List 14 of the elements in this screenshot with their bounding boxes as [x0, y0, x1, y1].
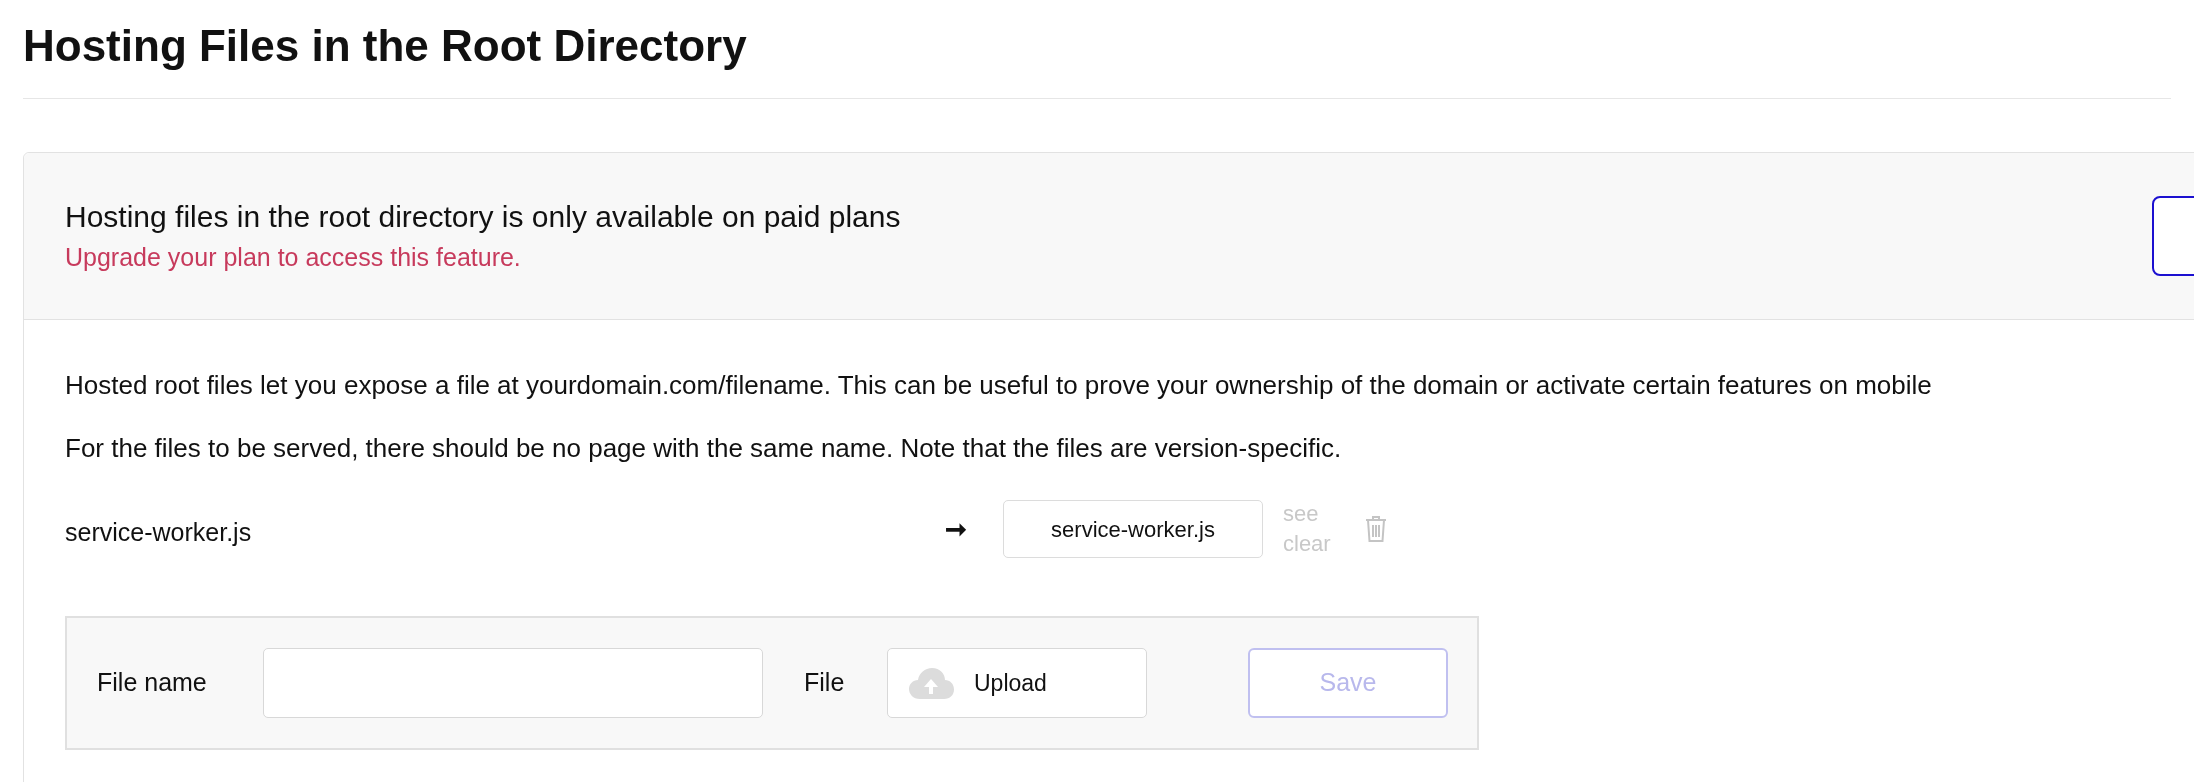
file-name: service-worker.js [65, 517, 253, 549]
description-text: For the files to be served, there should be no page with the same name. Note that the files are version-specific. [65, 432, 1343, 465]
file-name-input[interactable] [263, 648, 763, 718]
notice-message: Hosting files in the root directory is only available on paid plans [65, 199, 902, 235]
upload-button[interactable]: Upload [887, 648, 1147, 718]
description-text: Hosted root files let you expose a file at yourdomain.com/filename. This can be useful to prove your ownership of the domain or activate certain features on mobile [65, 369, 1933, 402]
page-title: Hosting Files in the Root Directory [23, 20, 748, 72]
arrow-icon: ➞ [945, 509, 1003, 549]
file-target-field[interactable]: service-worker.js [1003, 500, 1263, 558]
file-label: File [804, 667, 846, 699]
cloud-upload-icon [908, 667, 954, 699]
trash-icon[interactable] [1364, 515, 1387, 543]
upgrade-message: Upgrade your plan to access this feature. [65, 242, 522, 273]
file-name-label: File name [97, 667, 208, 699]
